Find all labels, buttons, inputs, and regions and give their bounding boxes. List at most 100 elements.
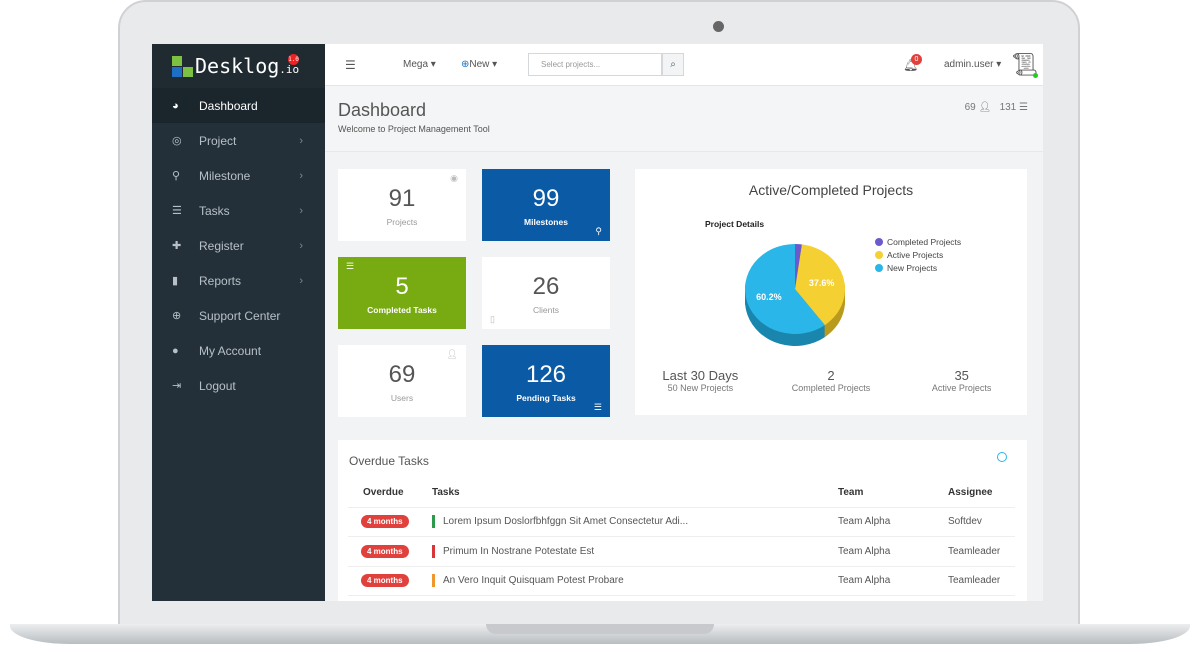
map-marker-icon: ⚲ [595, 226, 602, 236]
task-link[interactable]: An Vero Inquit Quisquam Potest Probare [443, 575, 624, 586]
page-header: Dashboard Welcome to Project Management … [325, 86, 1043, 152]
camera [713, 21, 724, 32]
sidebar-item-label: Support Center [199, 308, 281, 323]
sidebar-item-support-center[interactable]: ⊕ Support Center [152, 298, 325, 333]
refresh-icon[interactable] [997, 452, 1007, 462]
stat-label: Users [390, 393, 414, 403]
stat-value: 5 [395, 273, 409, 300]
stat-label: Milestones [524, 217, 568, 227]
chart-title: Project Details [705, 219, 765, 229]
priority-bar [432, 574, 435, 588]
pie-data-label: 37.6% [809, 278, 835, 288]
laptop-notch [486, 624, 714, 634]
legend-label: Completed Projects [887, 237, 962, 247]
stat-card-projects[interactable]: 91 Projects ◉ [338, 169, 466, 241]
chart-legend: Completed Projects Active Projects New Pro… [875, 237, 965, 276]
legend-dot [875, 251, 883, 259]
logout-icon: ⇥ [172, 380, 182, 392]
stat-label: Clients [533, 305, 559, 315]
mobile-icon: ▯ [490, 314, 495, 324]
stat-label: Projects [386, 217, 418, 227]
stat-card-completed-tasks[interactable]: 5 Completed Tasks ☰ [338, 257, 466, 329]
header-stats: 69 👤︎ 131 ☰ [964, 102, 1028, 113]
pie-data-label: 60.2% [756, 292, 782, 302]
sidebar-item-my-account[interactable]: ● My Account [152, 333, 325, 368]
chevron-right-icon: › [299, 239, 303, 252]
sidebar-item-dashboard[interactable]: ◕ Dashboard [152, 88, 325, 123]
project-stat-label: Active Projects [931, 383, 992, 393]
version-badge: 1.0 [288, 54, 299, 65]
sidebar: Desklog .io 1.0 ◕ Dashboard ◎ Project › ⚲ Miles… [152, 44, 325, 601]
list-icon: ☰ [593, 402, 602, 412]
brand-suffix: .io [279, 62, 300, 76]
user-menu[interactable]: admin.user ▾ [944, 59, 1001, 70]
stat-value: 99 [532, 185, 560, 212]
stat-card-clients[interactable]: 26 Clients ▯ [482, 257, 610, 329]
project-stat: 2 Completed Projects [766, 368, 897, 393]
panel-title: Overdue Tasks [349, 454, 429, 468]
sidebar-item-milestone[interactable]: ⚲ Milestone › [152, 158, 325, 193]
menu-toggle-icon[interactable]: ☰ [345, 58, 356, 72]
stat-value: 26 [532, 273, 560, 300]
sidebar-item-logout[interactable]: ⇥ Logout [152, 368, 325, 403]
column-header[interactable]: Tasks [432, 479, 838, 508]
team-cell: Team Alpha [838, 536, 948, 567]
stat-card-milestones[interactable]: 99 Milestones ⚲ [482, 169, 610, 241]
column-header[interactable]: Assignee [948, 479, 1015, 508]
sidebar-item-label: Milestone [199, 168, 251, 183]
lifebuoy-icon: ⊕ [172, 310, 182, 322]
project-stat-value: 2 [827, 368, 835, 383]
stat-value: 91 [388, 185, 416, 212]
list-icon: ☰ [346, 261, 355, 271]
project-stat-label: 50 New Projects [667, 383, 734, 393]
sidebar-item-label: My Account [199, 343, 262, 358]
legend-dot [875, 264, 883, 272]
new-menu[interactable]: ⊕New ▾ [461, 59, 497, 70]
table-row[interactable]: 4 months An Vero Inquit Quisquam Potest P… [348, 566, 1015, 596]
legend-item[interactable]: Active Projects [875, 250, 965, 260]
table-row[interactable]: 4 months Primum In Nostrane Potestate Est… [348, 536, 1015, 567]
task-link[interactable]: Lorem Ipsum Doslorfbhfggn Sit Amet Conse… [443, 516, 688, 527]
circle-icon: ◉ [450, 173, 458, 183]
mega-menu[interactable]: Mega ▾ [403, 59, 436, 70]
sidebar-item-label: Logout [199, 378, 236, 393]
sidebar-item-reports[interactable]: ▮ Reports › [152, 263, 325, 298]
panel-title: Active/Completed Projects [748, 182, 914, 198]
stat-card-users[interactable]: 69 Users 👤︎ [338, 345, 466, 417]
page-title: Dashboard [338, 100, 427, 120]
assignee-cell: Softdev [948, 507, 1015, 537]
sidebar-item-tasks[interactable]: ☰ Tasks › [152, 193, 325, 228]
search-button[interactable]: ⌕ [662, 53, 684, 76]
topbar: ☰ Mega ▾ ⊕New ▾ Select projects... ⌕ 🔔︎ … [325, 44, 1043, 86]
team-cell: Team Alpha [838, 507, 948, 537]
projects-chart-panel: Active/Completed Projects Project Detail… [635, 169, 1027, 415]
user-icon: 👤︎ [978, 102, 992, 113]
table-row[interactable]: 4 months Lorem Ipsum Doslorfbhfggn Sit Am… [348, 507, 1015, 537]
legend-dot [875, 238, 883, 246]
team-cell: Team Alpha [838, 566, 948, 596]
project-search-input[interactable]: Select projects... [528, 53, 662, 76]
project-stat: 35 Active Projects [896, 368, 1027, 393]
list-icon: ☰ [172, 205, 182, 217]
legend-item[interactable]: New Projects [875, 263, 965, 273]
stat-card-pending-tasks[interactable]: 126 Pending Tasks ☰ [482, 345, 610, 417]
legend-item[interactable]: Completed Projects [875, 237, 965, 247]
dashboard-icon: ◕ [172, 99, 179, 112]
sidebar-item-project[interactable]: ◎ Project › [152, 123, 325, 158]
stat-label: Completed Tasks [367, 305, 437, 315]
project-stat-value: 35 [954, 368, 969, 383]
list-icon: ☰ [1019, 102, 1028, 113]
column-header[interactable]: Team [838, 479, 948, 508]
pie-chart: 37.6% 60.2% [745, 244, 845, 346]
logo[interactable]: Desklog .io 1.0 [152, 44, 325, 88]
column-header[interactable]: Overdue [348, 479, 432, 508]
task-link[interactable]: Primum In Nostrane Potestate Est [443, 546, 594, 557]
online-status [1033, 73, 1038, 78]
overdue-badge: 4 months [361, 544, 409, 558]
project-stat-value: Last 30 Days [662, 368, 739, 383]
app-screen: Desklog .io 1.0 ◕ Dashboard ◎ Project › ⚲ Miles… [152, 44, 1043, 601]
map-marker-icon: ⚲ [172, 170, 181, 182]
logo-mark [172, 55, 193, 77]
assignee-cell: Teamleader [948, 536, 1015, 567]
sidebar-item-register[interactable]: ✚ Register › [152, 228, 325, 263]
